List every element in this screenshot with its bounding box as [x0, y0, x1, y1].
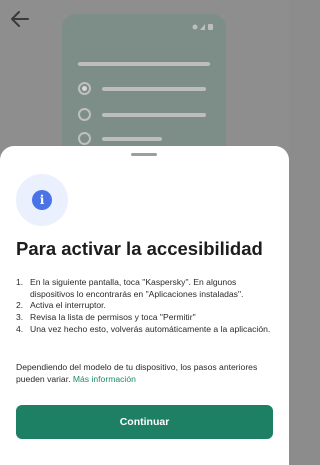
illustration-bar — [102, 113, 206, 117]
step-item: 3. Revisa la lista de permisos y toca "Pe… — [16, 312, 196, 323]
illustration-row — [78, 108, 210, 122]
sheet-drag-handle[interactable] — [131, 153, 157, 156]
bottom-sheet: i Para activar la accesibilidad 1. En la … — [0, 146, 289, 465]
radio-icon — [78, 82, 91, 95]
radio-icon — [78, 132, 91, 145]
info-icon: i — [32, 190, 52, 210]
info-badge: i — [16, 174, 68, 226]
continue-button[interactable]: Continuar — [16, 405, 273, 439]
illustration-header-line — [78, 62, 210, 66]
status-icons — [192, 24, 213, 30]
illustration-bar — [102, 87, 206, 91]
radio-icon — [78, 108, 91, 121]
more-info-link[interactable]: Más información — [73, 374, 136, 384]
sheet-title: Para activar la accesibilidad — [16, 238, 263, 259]
illustration-row — [78, 82, 210, 96]
step-item: 1. En la siguiente pantalla, toca "Kasper… — [16, 277, 244, 299]
variation-note: Dependiendo del modelo de tu dispositivo… — [16, 362, 258, 384]
step-item: 2. Activa el interruptor. — [16, 300, 106, 311]
illustration-row — [78, 132, 210, 146]
illustration-bar — [102, 137, 162, 141]
step-item: 4. Una vez hecho esto, volverás automátic… — [16, 323, 271, 334]
steps-list: 1. En la siguiente pantalla, toca "Kasper… — [16, 277, 278, 336]
arrow-left-icon[interactable] — [10, 10, 30, 28]
